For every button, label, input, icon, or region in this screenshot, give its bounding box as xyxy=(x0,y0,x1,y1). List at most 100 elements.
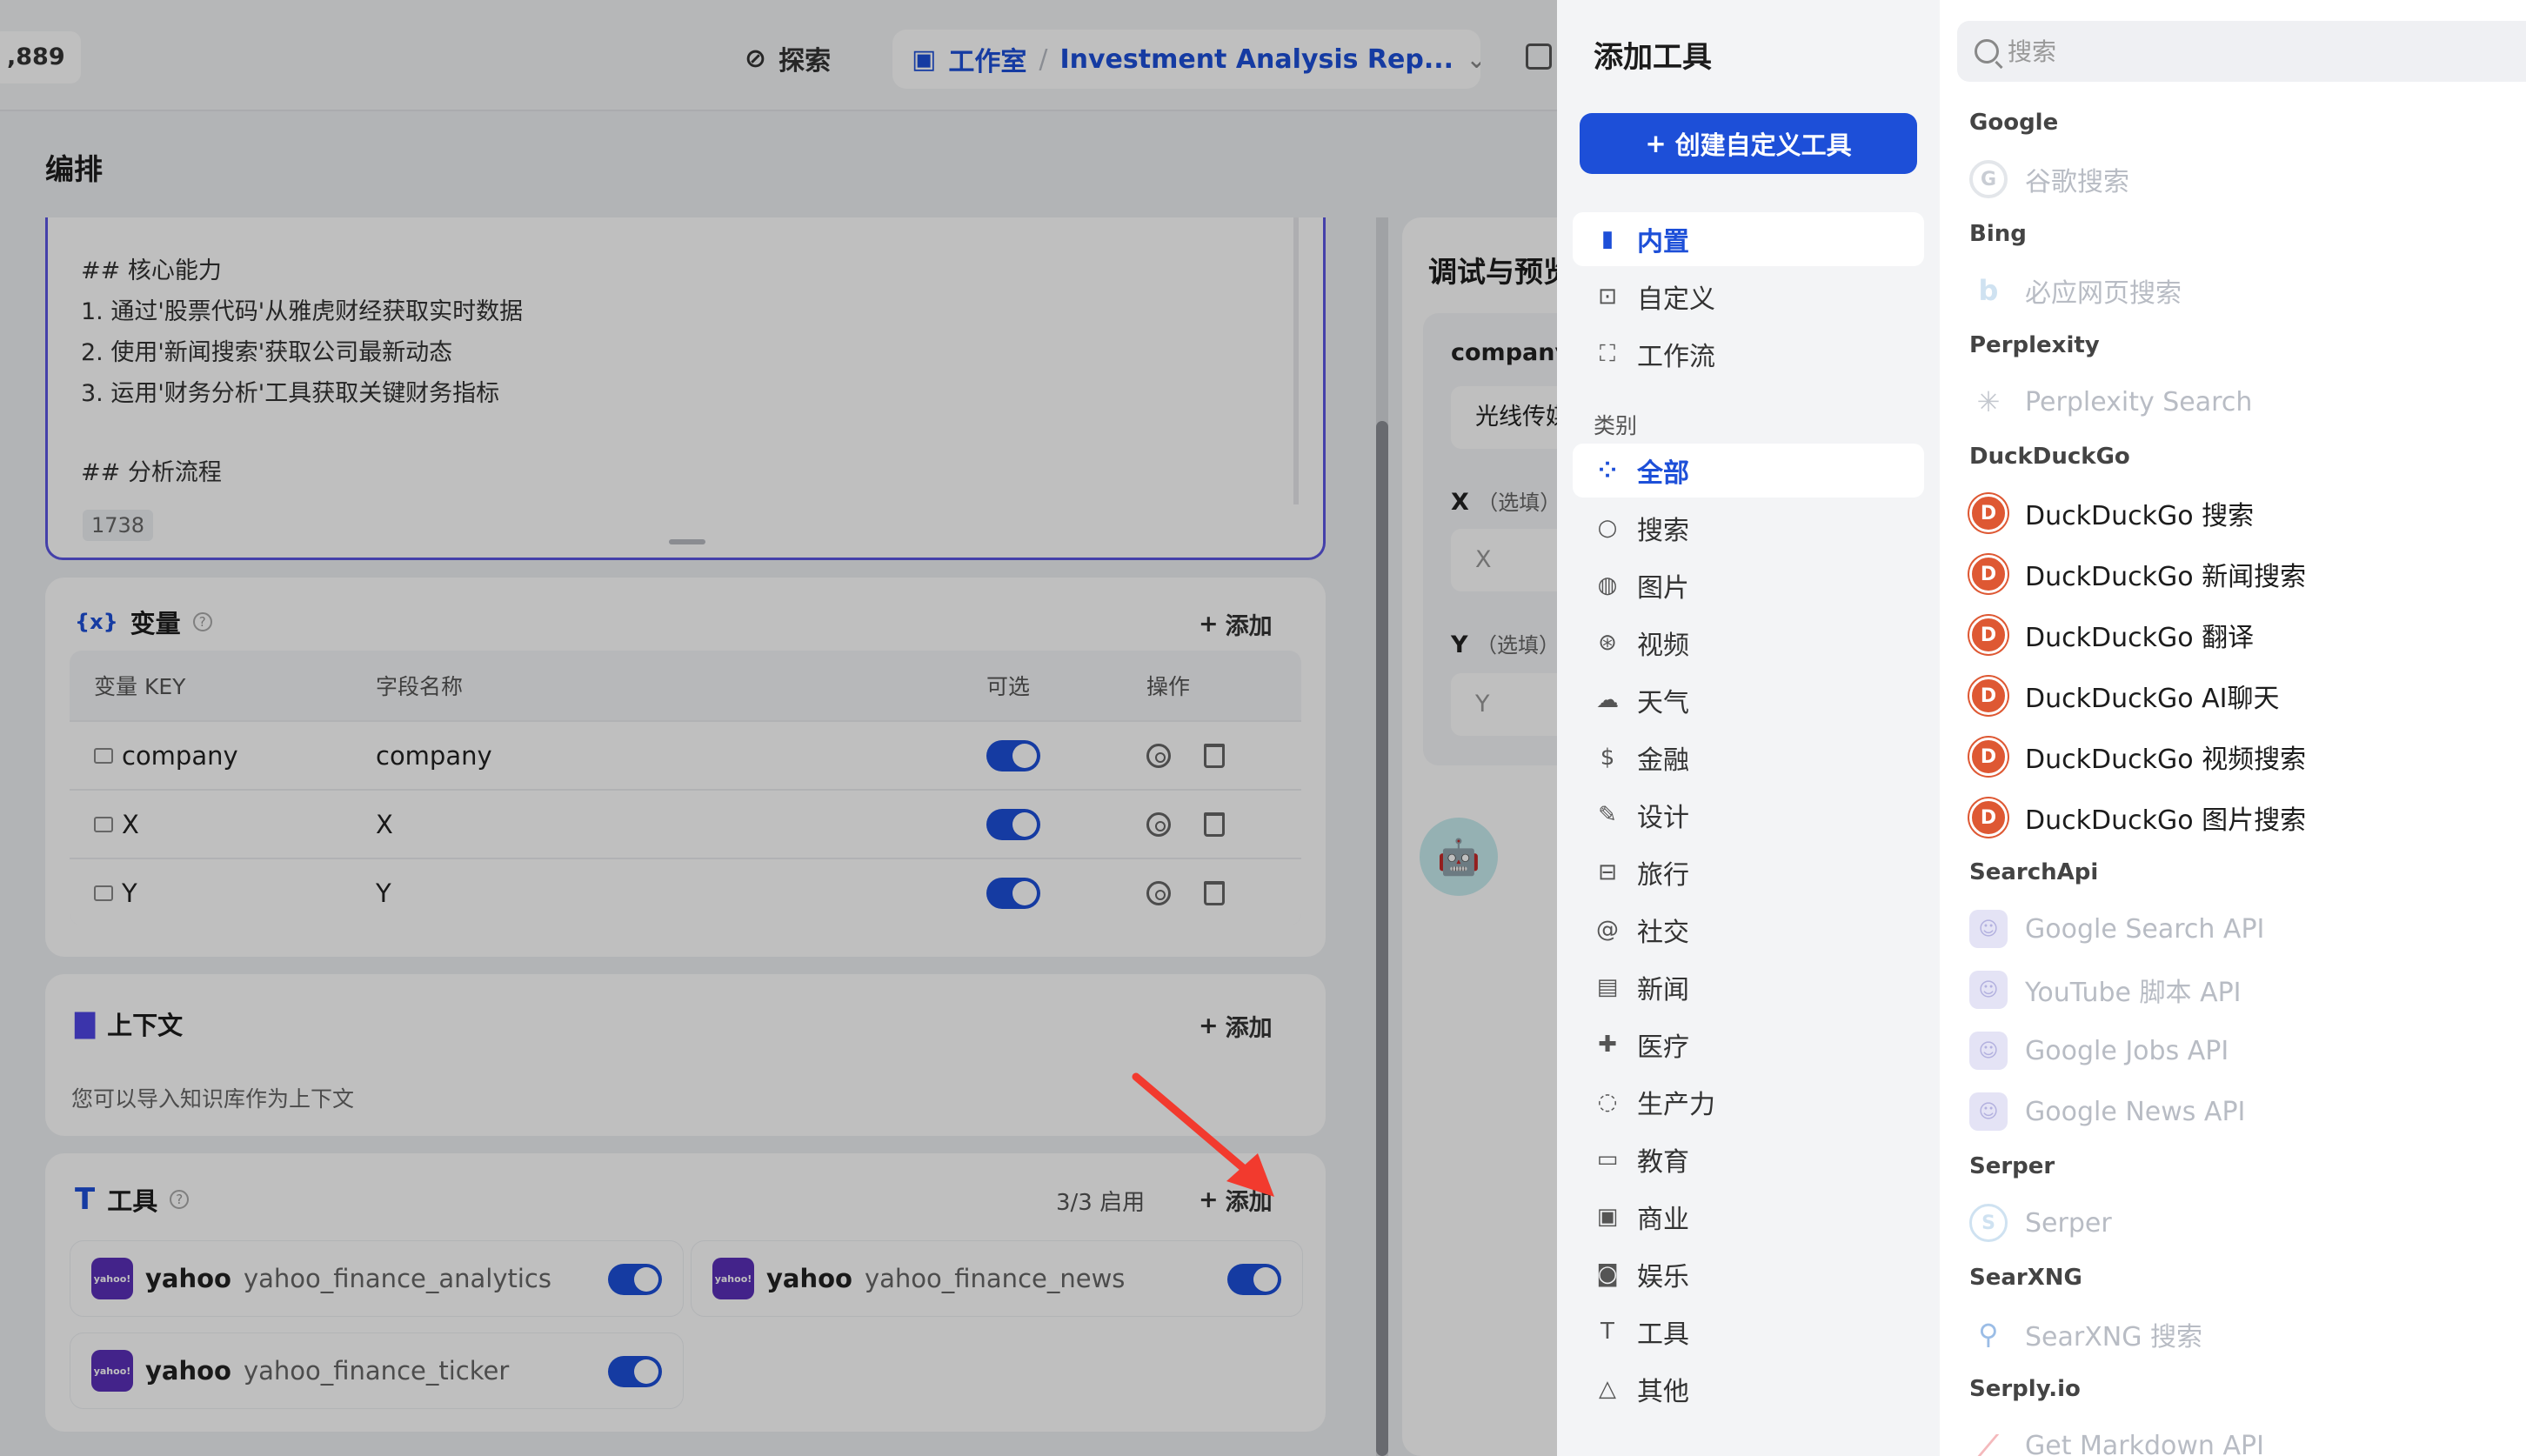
category-icon: ◌ xyxy=(1597,1089,1618,1115)
tool-list-item[interactable]: ☺ Google Search API xyxy=(1969,905,2264,953)
category-item[interactable]: ⁘ 全部 xyxy=(1573,444,1924,498)
create-custom-tool-label: 创建自定义工具 xyxy=(1674,130,1852,160)
category-item[interactable]: ⊟ 旅行 xyxy=(1573,845,1924,899)
category-icon: △ xyxy=(1599,1376,1616,1402)
tool-list-label: Google Search API xyxy=(2025,913,2265,945)
category-label-text: 图片 xyxy=(1637,573,1689,604)
category-item[interactable]: ✎ 设计 xyxy=(1573,788,1924,842)
category-icon: ▭ xyxy=(1596,1146,1619,1172)
builtin-icon: ▮ xyxy=(1600,226,1614,252)
category-item[interactable]: ☁ 天气 xyxy=(1573,673,1924,727)
add-tool-drawer: 添加工具 + 创建自定义工具 ▮ 内置 ⊡ 自定义 ⛶ 工作流 类别 ⁘ 全部 ○ 搜… xyxy=(1557,0,2526,1456)
ddg-icon: D xyxy=(1969,555,2008,593)
category-label-text: 医疗 xyxy=(1637,1032,1689,1063)
category-item[interactable]: ✚ 医疗 xyxy=(1573,1018,1924,1072)
tool-list-label: DuckDuckGo 视频搜索 xyxy=(2025,745,2307,775)
sapi-icon: ☺ xyxy=(1969,910,2008,948)
search-icon xyxy=(1975,39,1999,63)
provider-heading: DuckDuckGo xyxy=(1969,444,2130,470)
tab-custom-label: 自定义 xyxy=(1637,284,1715,315)
tool-list-label: DuckDuckGo 翻译 xyxy=(2025,623,2255,653)
category-icon: ☁ xyxy=(1596,687,1619,713)
category-label-text: 新闻 xyxy=(1637,975,1689,1005)
category-label-text: 金融 xyxy=(1637,745,1689,776)
provider-heading: SearchApi xyxy=(1969,859,2099,885)
search-input[interactable] xyxy=(2008,37,2442,66)
app-background: ,889 ⊘ 探索 ▣ 工作室 / Investment Analysis Re… xyxy=(0,0,1557,1456)
tool-list-item[interactable]: D DuckDuckGo 新闻搜索 xyxy=(1969,550,2306,598)
tool-list-item[interactable]: ☺ Google News API xyxy=(1969,1087,2245,1136)
ddg-icon: D xyxy=(1969,798,2008,837)
category-item[interactable]: ▤ 新闻 xyxy=(1573,960,1924,1014)
tab-builtin[interactable]: ▮ 内置 xyxy=(1573,212,1924,266)
category-label-text: 社交 xyxy=(1637,918,1689,948)
tab-workflow[interactable]: ⛶ 工作流 xyxy=(1573,327,1924,381)
category-item[interactable]: △ 其他 xyxy=(1573,1362,1924,1416)
provider-heading: Serper xyxy=(1969,1153,2055,1179)
category-item[interactable]: ▣ 商业 xyxy=(1573,1190,1924,1244)
tool-list-label: Google News API xyxy=(2025,1096,2246,1127)
tool-list-item[interactable]: ✳ Perplexity Search xyxy=(1969,377,2253,426)
bing-icon: b xyxy=(1969,271,2008,310)
category-label-text: 搜索 xyxy=(1637,516,1689,546)
tool-list-item[interactable]: D DuckDuckGo 翻译 xyxy=(1969,611,2254,659)
tool-list-label: Perplexity Search xyxy=(2025,386,2253,417)
category-item[interactable]: ○ 搜索 xyxy=(1573,501,1924,555)
category-item[interactable]: ◌ 生产力 xyxy=(1573,1075,1924,1129)
tool-list-item[interactable]: G 谷歌搜索 xyxy=(1969,155,2129,204)
tab-custom[interactable]: ⊡ 自定义 xyxy=(1573,270,1924,324)
category-icon: T xyxy=(1600,1319,1614,1345)
provider-heading: SearXNG xyxy=(1969,1265,2082,1291)
tool-list-item[interactable]: b 必应网页搜索 xyxy=(1969,266,2182,315)
tool-list-item[interactable]: D DuckDuckGo 搜索 xyxy=(1969,489,2254,538)
category-icon: ◍ xyxy=(1597,572,1618,598)
tool-list-label: SearXNG 搜索 xyxy=(2025,1322,2202,1352)
category-label-text: 视频 xyxy=(1637,631,1689,661)
category-item[interactable]: ▭ 教育 xyxy=(1573,1132,1924,1186)
searx-icon: ⚲ xyxy=(1978,1318,1999,1351)
ddg-icon: D xyxy=(1969,616,2008,654)
tool-list-item[interactable]: ⚲ SearXNG 搜索 xyxy=(1969,1310,2202,1359)
tab-builtin-label: 内置 xyxy=(1637,227,1689,257)
category-item[interactable]: $ 金融 xyxy=(1573,731,1924,785)
provider-heading: Serply.io xyxy=(1969,1376,2081,1402)
tool-list-item[interactable]: D DuckDuckGo 图片搜索 xyxy=(1969,793,2306,842)
category-icon: ◙ xyxy=(1596,1261,1619,1287)
category-item[interactable]: @ 社交 xyxy=(1573,903,1924,957)
category-item[interactable]: ◍ 图片 xyxy=(1573,558,1924,612)
category-icon: ○ xyxy=(1597,515,1618,541)
tool-list-label: Serper xyxy=(2025,1207,2112,1239)
tool-list-label: 谷歌搜索 xyxy=(2025,167,2129,197)
category-item[interactable]: ◙ 娱乐 xyxy=(1573,1247,1924,1301)
create-custom-tool-button[interactable]: + 创建自定义工具 xyxy=(1580,113,1917,174)
category-label-text: 其他 xyxy=(1637,1377,1689,1407)
tool-list-label: 必应网页搜索 xyxy=(2025,278,2182,309)
category-label-text: 教育 xyxy=(1637,1147,1689,1178)
search-box[interactable] xyxy=(1957,21,2526,82)
ddg-icon: D xyxy=(1969,677,2008,715)
category-label-text: 全部 xyxy=(1637,458,1689,489)
tool-list-item[interactable]: S Serper xyxy=(1969,1199,2112,1247)
sapi-icon: ☺ xyxy=(1969,1092,2008,1131)
ddg-icon: D xyxy=(1969,494,2008,532)
provider-heading: Google xyxy=(1969,110,2059,136)
drawer-sidebar: 添加工具 + 创建自定义工具 ▮ 内置 ⊡ 自定义 ⛶ 工作流 类别 ⁘ 全部 ○ 搜… xyxy=(1557,0,1940,1456)
category-label: 类别 xyxy=(1594,413,1638,438)
tool-list-label: DuckDuckGo 图片搜索 xyxy=(2025,805,2307,836)
perp-icon: ✳ xyxy=(1976,385,2001,418)
serper-icon: S xyxy=(1969,1204,2008,1242)
google-icon: G xyxy=(1969,160,2008,198)
category-label-text: 设计 xyxy=(1637,803,1689,833)
tool-list-item[interactable]: D DuckDuckGo 视频搜索 xyxy=(1969,732,2306,781)
serply-icon: ⟋ xyxy=(1978,1428,1999,1456)
tool-list-item[interactable]: ☺ YouTube 脚本 API xyxy=(1969,965,2242,1014)
category-icon: $ xyxy=(1600,745,1615,771)
tool-list-item[interactable]: ☺ Google Jobs API xyxy=(1969,1026,2229,1075)
category-icon: ✎ xyxy=(1598,802,1617,828)
category-label-text: 生产力 xyxy=(1637,1090,1715,1120)
modal-overlay[interactable] xyxy=(0,0,1557,1456)
category-item[interactable]: ⊛ 视频 xyxy=(1573,616,1924,670)
category-item[interactable]: T 工具 xyxy=(1573,1305,1924,1359)
tool-list-item[interactable]: ⟋ Get Markdown API xyxy=(1969,1421,2264,1456)
tool-list-item[interactable]: D DuckDuckGo AI聊天 xyxy=(1969,671,2279,720)
